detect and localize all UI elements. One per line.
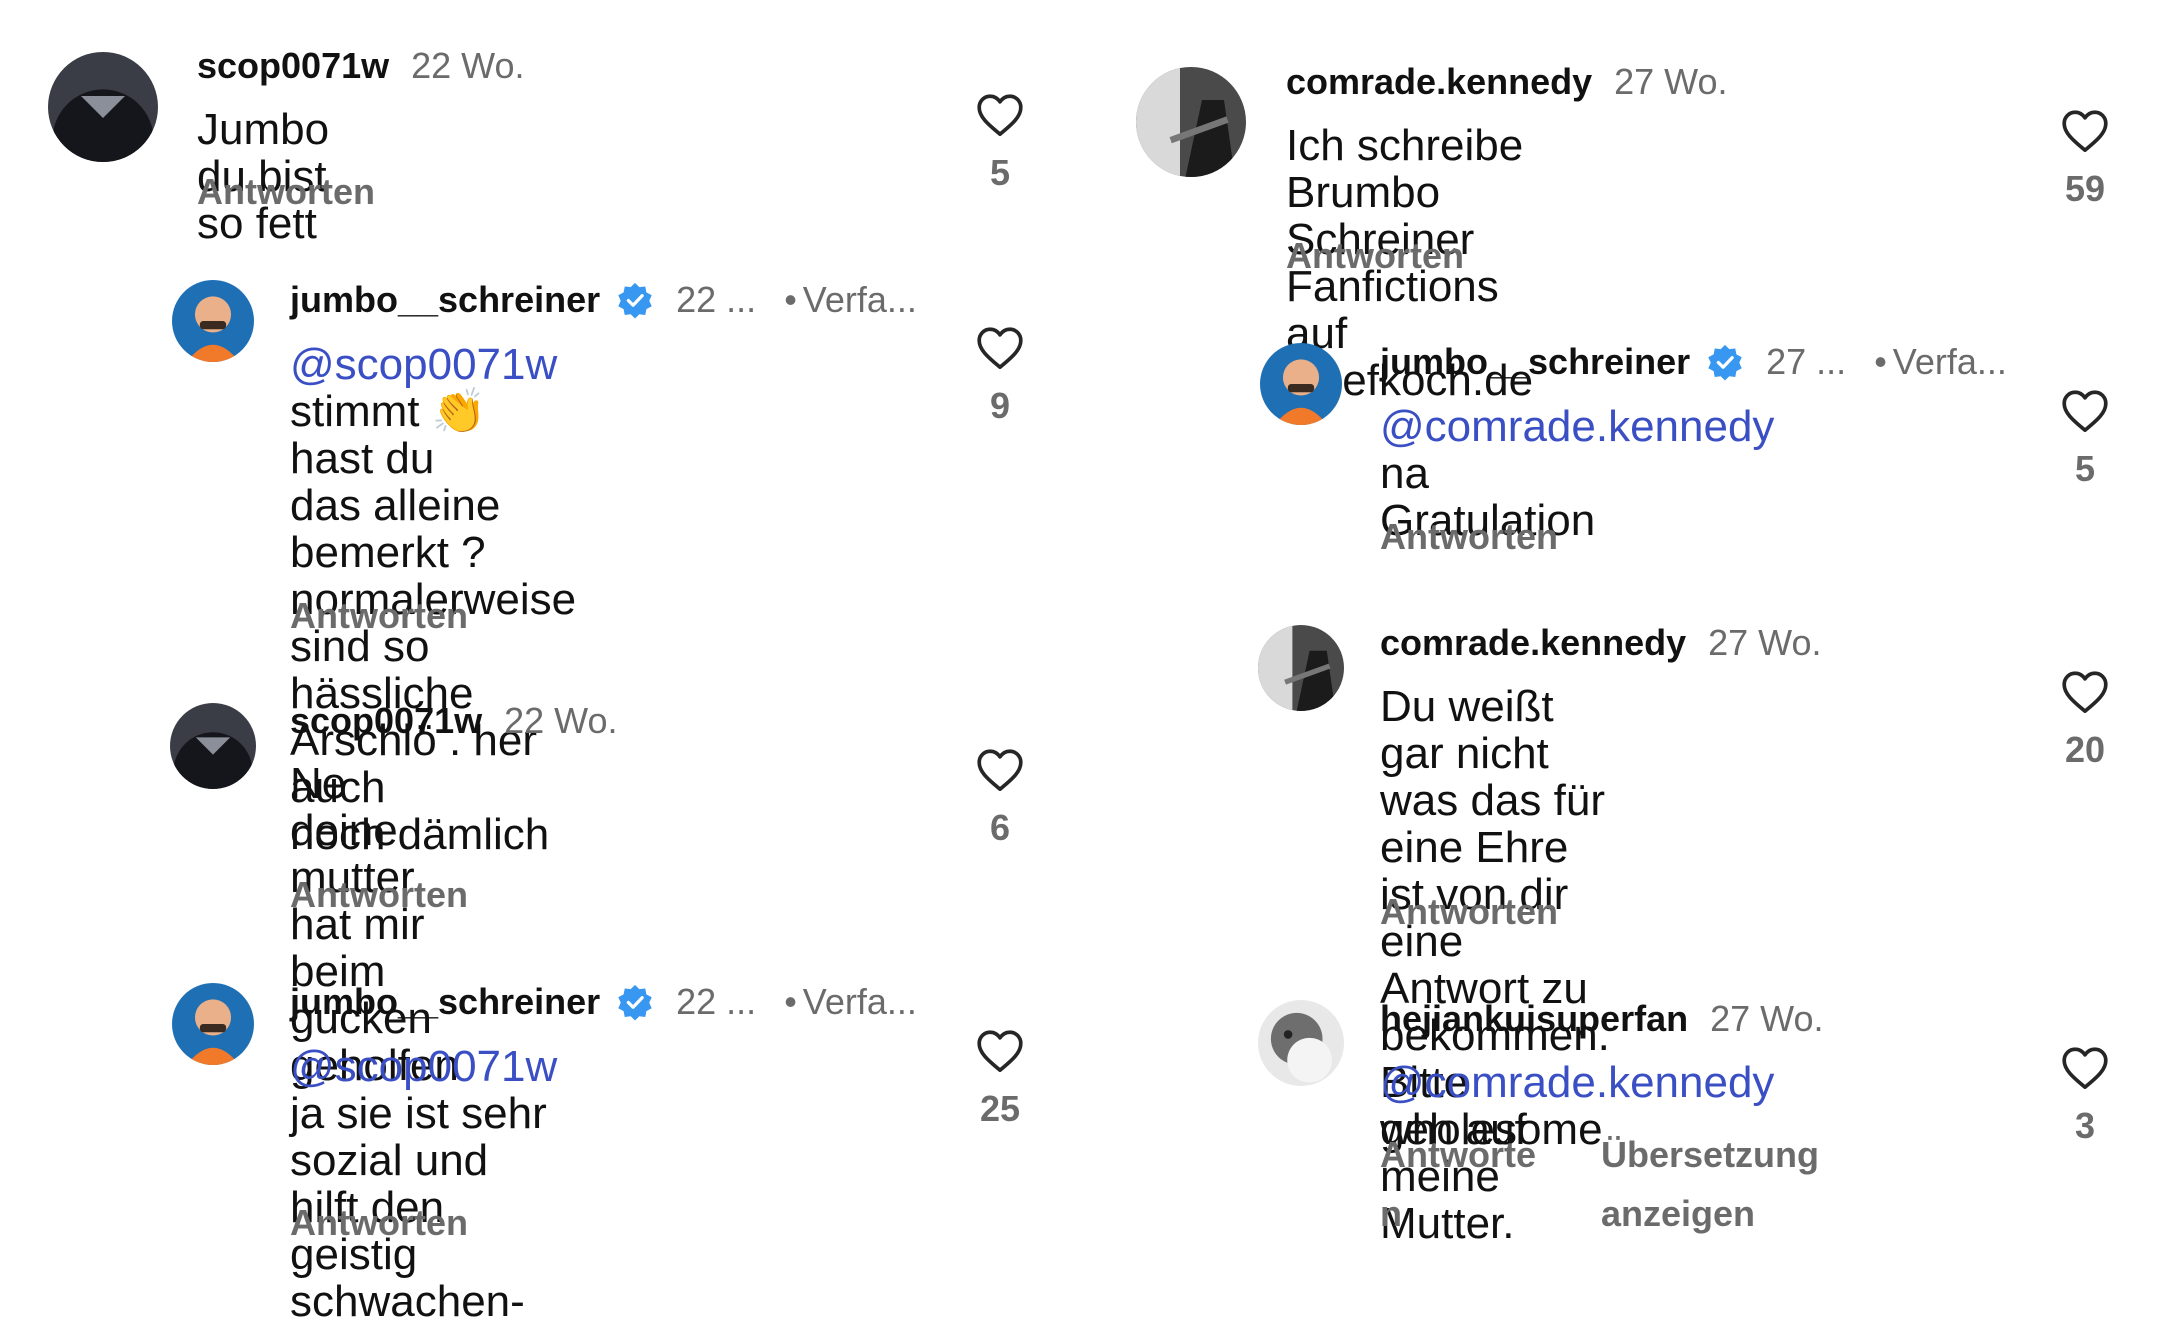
reply-button[interactable]: Antworten <box>290 1202 468 1244</box>
username[interactable]: comrade.kennedy <box>1380 622 1686 664</box>
comment-text: Ne deine mutter hat mir beim gucken geho… <box>290 759 459 1090</box>
avatar[interactable] <box>172 280 254 362</box>
reply-button[interactable]: Antworten <box>290 595 468 637</box>
avatar[interactable] <box>170 703 256 789</box>
timestamp[interactable]: 27 Wo. <box>1710 998 1823 1040</box>
username[interactable]: jumbo__schreiner <box>290 981 600 1023</box>
timestamp[interactable]: 27 Wo. <box>1708 622 1821 664</box>
separator-dot: • <box>784 279 797 320</box>
reply-button[interactable]: Antworte n <box>1380 1125 1536 1243</box>
username[interactable]: scop0071w <box>197 45 389 87</box>
username[interactable]: comrade.kennedy <box>1286 61 1592 103</box>
author-label: Verfa... <box>1892 341 2007 382</box>
heart-outline-icon[interactable] <box>974 90 1026 138</box>
like-count: 20 <box>2064 729 2106 770</box>
username[interactable]: hejiankuisuperfan <box>1380 998 1688 1040</box>
like-count: 25 <box>979 1088 1021 1129</box>
like-count: 5 <box>2074 448 2096 489</box>
timestamp[interactable]: 22 Wo. <box>411 45 524 87</box>
verified-badge-icon <box>1706 343 1744 381</box>
clapping-hands-emoji-icon: 👏 <box>431 387 487 436</box>
reply-button[interactable]: Antworten <box>197 171 375 213</box>
avatar[interactable] <box>48 52 158 162</box>
verified-badge-icon <box>616 281 654 319</box>
heart-outline-icon[interactable] <box>974 323 1026 371</box>
heart-outline-icon[interactable] <box>974 745 1026 793</box>
like-count: 3 <box>2074 1105 2096 1146</box>
mention-link[interactable]: @comrade.kennedy <box>1380 402 1774 451</box>
username[interactable]: scop0071w <box>290 700 482 742</box>
like-button[interactable]: 20 <box>2045 667 2125 771</box>
like-button[interactable]: 9 <box>960 323 1040 427</box>
reply-button[interactable]: Antworten <box>1380 516 1558 558</box>
avatar[interactable] <box>1258 1000 1344 1086</box>
reply-button[interactable]: Antworten <box>1286 235 1464 277</box>
author-label: Verfa... <box>802 981 917 1022</box>
heart-outline-icon[interactable] <box>2059 106 2111 154</box>
like-button[interactable]: 25 <box>960 1026 1040 1130</box>
avatar[interactable] <box>1260 343 1342 425</box>
like-button[interactable]: 5 <box>2045 386 2125 490</box>
heart-outline-icon[interactable] <box>2059 667 2111 715</box>
like-button[interactable]: 6 <box>960 745 1040 849</box>
reply-button[interactable]: Antworten <box>290 874 468 916</box>
timestamp[interactable]: 22 ... <box>676 981 756 1023</box>
verified-badge-icon <box>616 983 654 1021</box>
mention-link[interactable]: @comrade.kennedy <box>1380 1058 1774 1107</box>
like-count: 59 <box>2064 168 2106 209</box>
username[interactable]: jumbo__schreiner <box>1380 341 1690 383</box>
heart-outline-icon[interactable] <box>2059 1043 2111 1091</box>
timestamp[interactable]: 22 Wo. <box>504 700 617 742</box>
timestamp[interactable]: 22 ... <box>676 279 756 321</box>
like-count: 6 <box>989 807 1011 848</box>
like-button[interactable]: 3 <box>2045 1043 2125 1147</box>
like-button[interactable]: 59 <box>2045 106 2125 210</box>
avatar[interactable] <box>1136 67 1246 177</box>
avatar[interactable] <box>1258 625 1344 711</box>
avatar[interactable] <box>172 983 254 1065</box>
like-count: 5 <box>989 152 1011 193</box>
mention-link[interactable]: @scop0071w <box>290 1042 557 1091</box>
reply-button[interactable]: Antworten <box>1380 891 1558 933</box>
like-button[interactable]: 5 <box>960 90 1040 194</box>
like-count: 9 <box>989 385 1011 426</box>
comment-text: @scop0071w ja sie ist sehr sozial und hi… <box>290 1042 558 1326</box>
username[interactable]: jumbo__schreiner <box>290 279 600 321</box>
separator-dot: • <box>1874 341 1887 382</box>
heart-outline-icon[interactable] <box>974 1026 1026 1074</box>
timestamp[interactable]: 27 ... <box>1766 341 1846 383</box>
heart-outline-icon[interactable] <box>2059 386 2111 434</box>
timestamp[interactable]: 27 Wo. <box>1614 61 1727 103</box>
author-label: Verfa... <box>802 279 917 320</box>
mention-link[interactable]: @scop0071w <box>290 340 557 389</box>
show-translation-button[interactable]: Übersetzung anzeigen <box>1601 1125 1819 1243</box>
separator-dot: • <box>784 981 797 1022</box>
